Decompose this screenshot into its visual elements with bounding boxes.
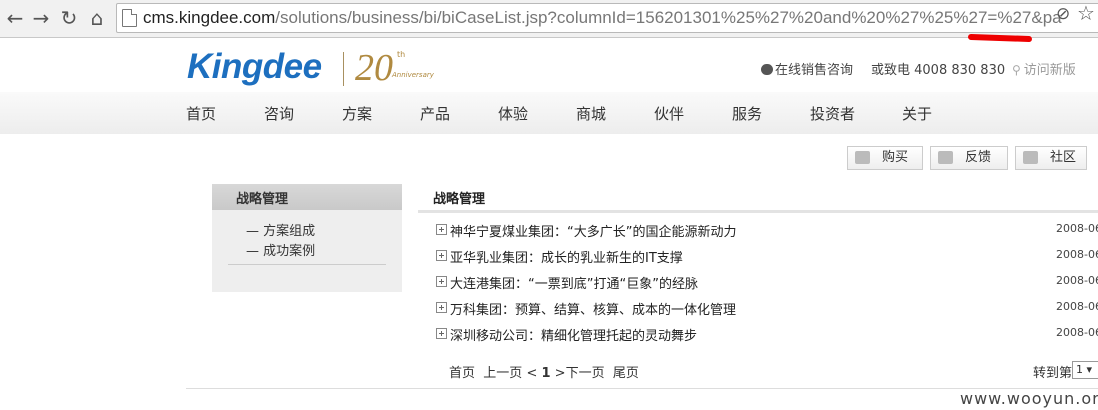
reload-icon[interactable]: ↻	[57, 5, 81, 31]
sidebar-divider	[228, 264, 386, 265]
nav-item-experience[interactable]: 体验	[498, 103, 528, 124]
goto-page-select[interactable]: 1 ▾	[1072, 361, 1098, 379]
visit-new-label: 访问新版	[1023, 63, 1076, 78]
list-item[interactable]: 神华宁夏煤业集团：“大多广长”的国企能源新动力 2008-06	[436, 221, 1098, 240]
article-title[interactable]: 深圳移动公司：精细化管理托起的灵动舞步	[450, 325, 697, 344]
expand-plus-icon[interactable]	[436, 250, 447, 261]
article-date: 2008-06	[1056, 248, 1098, 261]
user-icon	[1023, 151, 1038, 164]
expand-plus-icon[interactable]	[436, 302, 447, 313]
expand-plus-icon[interactable]	[436, 328, 447, 339]
list-item[interactable]: 亚华乳业集团：成长的乳业新生的IT支撑 2008-06	[436, 247, 1098, 266]
feedback-button[interactable]: 反馈	[930, 146, 1008, 170]
article-date: 2008-06	[1056, 274, 1098, 287]
home-icon[interactable]: ⌂	[85, 5, 109, 31]
sidebar: 战略管理 — 方案组成 — 成功案例	[212, 184, 402, 292]
online-consult-link[interactable]: 在线销售咨询	[761, 59, 853, 78]
feedback-label: 反馈	[965, 150, 992, 165]
red-annotation-mark	[967, 33, 1033, 43]
section-divider	[418, 210, 1098, 213]
pager-next-arrow-icon[interactable]: >	[555, 366, 566, 381]
nav-item-home[interactable]: 首页	[186, 103, 216, 124]
article-date: 2008-06	[1056, 326, 1098, 339]
nav-item-consulting[interactable]: 咨询	[264, 103, 294, 124]
article-title[interactable]: 亚华乳业集团：成长的乳业新生的IT支撑	[450, 247, 683, 266]
nav-item-solutions[interactable]: 方案	[342, 103, 372, 124]
sidebar-item-solution-composition[interactable]: — 方案组成	[246, 220, 315, 239]
pager-next-link[interactable]: 下一页	[566, 366, 605, 381]
nav-item-services[interactable]: 服务	[732, 103, 762, 124]
expand-plus-icon[interactable]	[436, 276, 447, 287]
cart-icon	[855, 151, 870, 164]
nav-item-store[interactable]: 商城	[576, 103, 606, 124]
sidebar-title: 战略管理	[212, 184, 402, 210]
anniversary-script: Anniversary	[392, 71, 434, 79]
kingdee-logo[interactable]: Kingdee	[187, 47, 322, 87]
url-path: /solutions/business/bi/biCaseList.jsp?co…	[275, 8, 1062, 27]
buy-label: 购买	[882, 150, 909, 165]
logo-divider	[343, 52, 344, 86]
pager-last-link[interactable]: 尾页	[613, 366, 639, 381]
sidebar-item-success-cases[interactable]: — 成功案例	[246, 240, 315, 259]
anniversary-logo: 20	[355, 47, 393, 89]
goto-page-label: 转到第	[1033, 366, 1073, 381]
browser-toolbar: ← → ↻ ⌂ cms.kingdee.com/solutions/busine…	[0, 0, 1098, 38]
feedback-icon	[938, 151, 953, 164]
nav-item-investors[interactable]: 投资者	[810, 103, 855, 124]
pager-prev-arrow-icon[interactable]: <	[526, 366, 537, 381]
article-title[interactable]: 神华宁夏煤业集团：“大多广长”的国企能源新动力	[450, 221, 736, 240]
url-text[interactable]: cms.kingdee.com/solutions/business/bi/bi…	[143, 7, 1062, 29]
nav-item-partners[interactable]: 伙伴	[654, 103, 684, 124]
address-bar[interactable]: cms.kingdee.com/solutions/business/bi/bi…	[116, 3, 1098, 33]
visit-new-version-link[interactable]: ⚲ 访问新版	[1012, 59, 1076, 78]
main-navigation: 首页 咨询 方案 产品 体验 商城 伙伴 服务 投资者 关于	[0, 92, 1098, 134]
pager-current-page: 1	[541, 366, 551, 381]
page-icon	[122, 9, 137, 27]
goto-page-select-value: 1	[1076, 363, 1083, 376]
article-date: 2008-06	[1056, 300, 1098, 313]
key-icon: ⚲	[1012, 63, 1021, 77]
forward-arrow-icon[interactable]: →	[29, 5, 53, 31]
online-consult-label: 在线销售咨询	[775, 63, 854, 78]
anniversary-sup: th	[397, 50, 406, 59]
article-title[interactable]: 万科集团：预算、结算、核算、成本的一体化管理	[450, 299, 736, 318]
article-date: 2008-06	[1056, 222, 1098, 235]
section-title: 战略管理	[433, 192, 486, 207]
phone-number: 或致电 4008 830 830	[871, 63, 1006, 78]
expand-plus-icon[interactable]	[436, 224, 447, 235]
list-item[interactable]: 大连港集团：“一票到底”打通“巨象”的经脉 2008-06	[436, 273, 1098, 292]
pager-first-link[interactable]: 首页	[449, 366, 475, 381]
buy-button[interactable]: 购买	[847, 146, 923, 170]
nav-item-about[interactable]: 关于	[902, 103, 932, 124]
community-button[interactable]: 社区	[1015, 146, 1087, 170]
blocked-icon[interactable]: ⊘	[1056, 4, 1070, 24]
url-host: cms.kingdee.com	[143, 8, 276, 27]
watermark: www.wooyun.org	[960, 389, 1098, 408]
back-arrow-icon[interactable]: ←	[3, 5, 27, 31]
chat-bubble-icon	[761, 64, 773, 75]
pager-prev-link[interactable]: 上一页	[483, 366, 522, 381]
community-label: 社区	[1050, 150, 1077, 165]
nav-item-products[interactable]: 产品	[420, 103, 450, 124]
bookmark-star-icon[interactable]: ☆	[1077, 1, 1095, 25]
list-item[interactable]: 深圳移动公司：精细化管理托起的灵动舞步 2008-06	[436, 325, 1098, 344]
article-title[interactable]: 大连港集团：“一票到底”打通“巨象”的经脉	[450, 273, 698, 292]
pagination: 首页 上一页 < 1 >下一页 尾页	[449, 362, 639, 381]
sidebar-title-text: 战略管理	[236, 192, 289, 207]
list-item[interactable]: 万科集团：预算、结算、核算、成本的一体化管理 2008-06	[436, 299, 1098, 318]
